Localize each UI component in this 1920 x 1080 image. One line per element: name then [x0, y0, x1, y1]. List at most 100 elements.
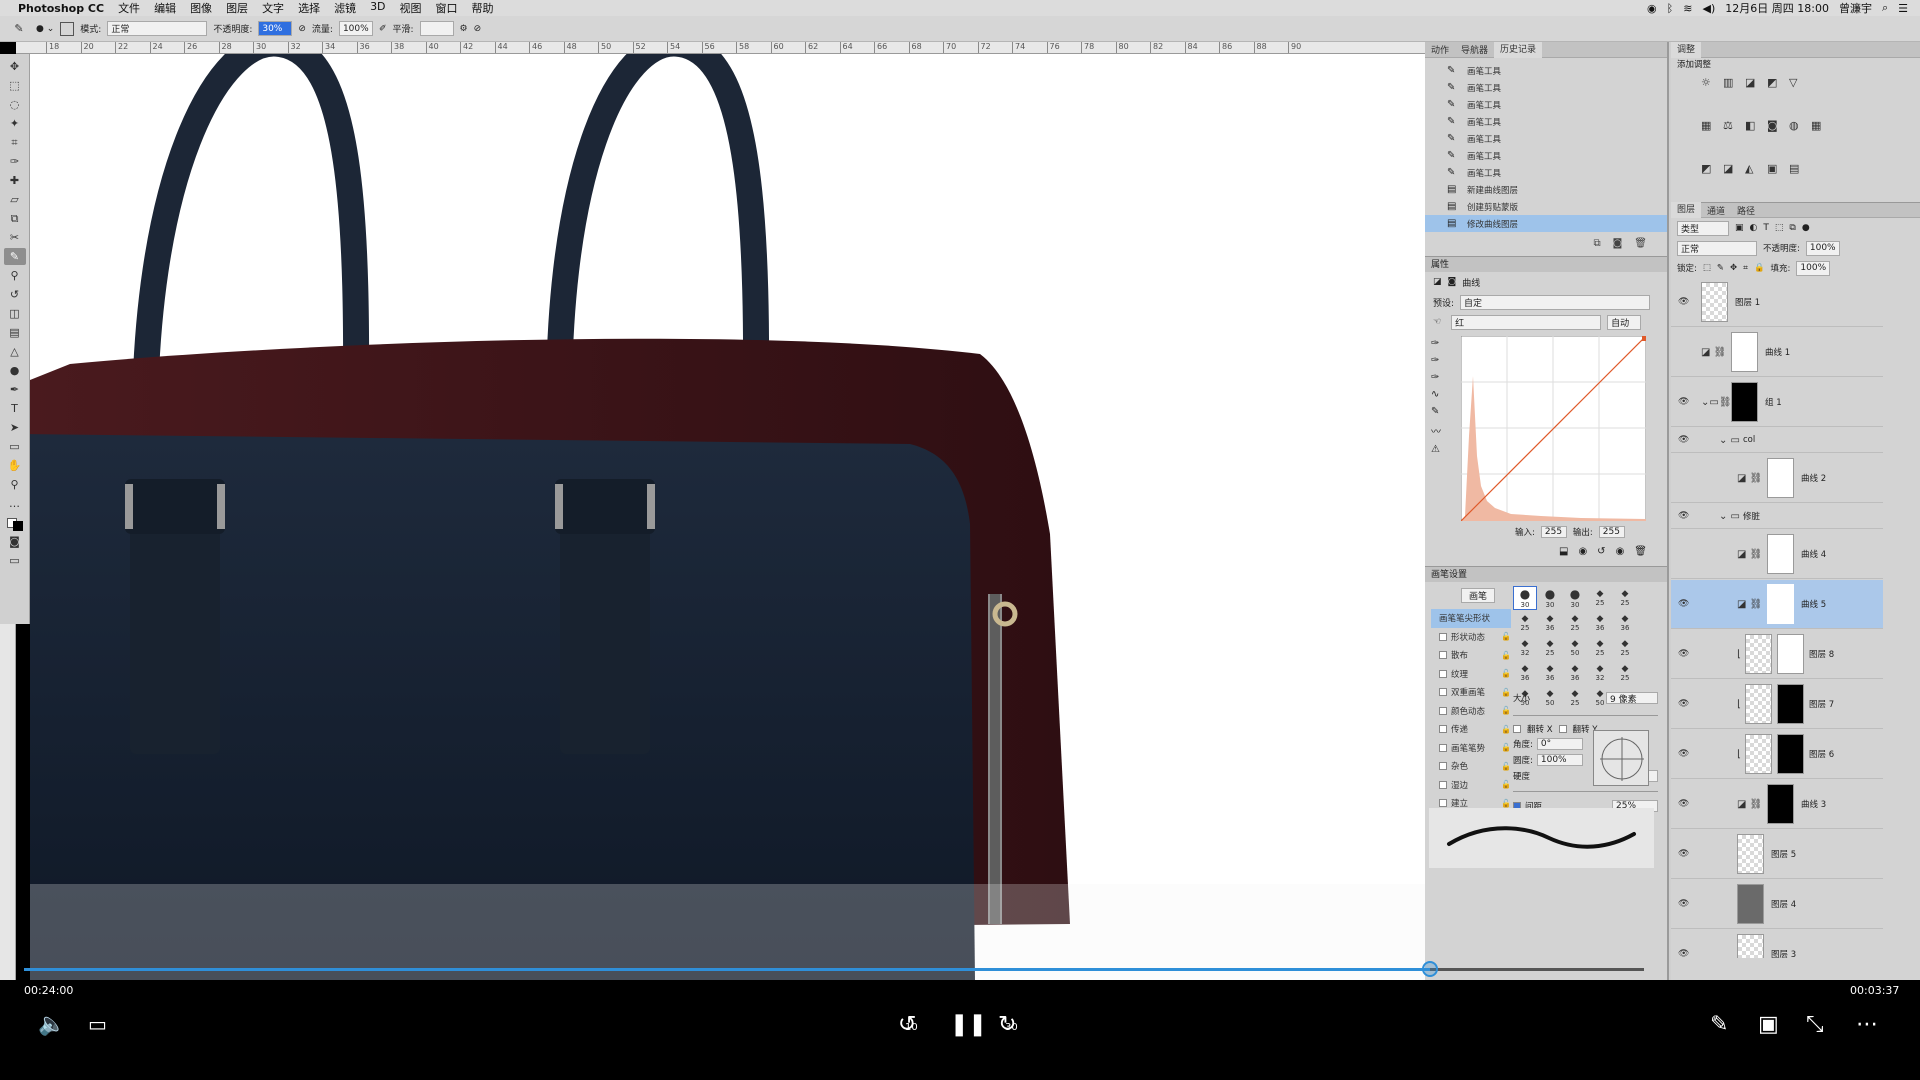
volume-icon[interactable]: ◀) [1702, 2, 1715, 15]
brush-tip[interactable]: ● 30 [1538, 586, 1562, 610]
history-item[interactable]: ▤ 创建剪贴蒙版 [1425, 198, 1667, 215]
eye-icon[interactable]: 👁 [1678, 397, 1689, 407]
wifi-icon[interactable]: ≋ [1683, 2, 1692, 15]
puppet-icon[interactable]: ✂ [4, 229, 26, 246]
volume-button[interactable]: 🔈 [38, 1012, 65, 1037]
history-brush-icon[interactable]: ↺ [4, 286, 26, 303]
mask-thumbnail[interactable] [1777, 634, 1804, 674]
brush-option[interactable]: 散布 🔓 [1431, 646, 1511, 665]
mask-thumbnail[interactable] [1777, 684, 1804, 724]
brush-option[interactable]: 纹理 🔓 [1431, 665, 1511, 684]
lock-icon[interactable]: 🔓 [1501, 669, 1511, 678]
layer-thumbnail[interactable] [1767, 458, 1794, 498]
quick-mask-icon[interactable]: ◙ [4, 533, 26, 550]
brush-button[interactable]: 画笔 [1461, 588, 1495, 603]
history-item[interactable]: ▤ 新建曲线图层 [1425, 181, 1667, 198]
filter-smart-icon[interactable]: ⧉ [1789, 223, 1795, 233]
layer-thumbnail[interactable] [1767, 784, 1794, 824]
layer-row[interactable]: ◪ ⛓ 曲线 1 [1671, 328, 1883, 377]
snapshot-icon[interactable]: ◙ [1613, 238, 1623, 256]
layer-row[interactable]: ◪ ⛓ 曲线 4 [1671, 530, 1883, 579]
layer-row[interactable]: 👁 图层 5 [1671, 830, 1883, 879]
lock-position-icon[interactable]: ✥ [1730, 263, 1737, 273]
menu-item-8[interactable]: 视图 [393, 0, 429, 16]
mode-select[interactable]: 正常 [107, 21, 208, 36]
color-swatch-icon[interactable] [4, 514, 26, 531]
angle-field[interactable]: 0° [1536, 738, 1583, 750]
crop-tool-icon[interactable]: ⌗ [4, 134, 26, 151]
white-point-eyedropper-icon[interactable]: ✑ [1431, 372, 1441, 383]
menu-item-4[interactable]: 文字 [255, 0, 291, 16]
layer-row[interactable]: 👁 ⌄ ▭ col [1671, 428, 1883, 453]
layer-thumbnail[interactable] [1731, 332, 1758, 372]
menu-item-10[interactable]: 帮助 [465, 0, 501, 16]
pause-button[interactable]: ❚❚ [950, 1012, 987, 1037]
airbrush-icon[interactable]: ✐ [379, 24, 387, 34]
layer-thumbnail[interactable] [1737, 884, 1764, 924]
filter-pixel-icon[interactable]: ▣ [1735, 223, 1744, 233]
warning-icon[interactable]: ⚠ [1431, 444, 1441, 455]
brush-tip[interactable]: ◆ 25 [1563, 611, 1587, 635]
preset-select[interactable]: 自定 [1460, 294, 1651, 310]
app-name[interactable]: Photoshop CC [14, 2, 111, 15]
bluetooth-icon[interactable]: ᛒ [1667, 2, 1674, 15]
curve-point-icon[interactable]: ∿ [1431, 389, 1441, 400]
filter-type-icon[interactable]: T [1763, 223, 1769, 233]
brush-tip[interactable]: ◆ 25 [1613, 586, 1637, 610]
brush-tip[interactable]: ◆ 25 [1513, 611, 1537, 635]
kind-filter[interactable]: 类型 [1677, 220, 1729, 236]
menu-list-icon[interactable]: ☰ [1898, 2, 1908, 15]
layer-opacity-field[interactable]: 100% [1805, 240, 1840, 256]
roundness-field[interactable]: 100% [1536, 754, 1583, 766]
size-slider[interactable] [1513, 706, 1658, 716]
brush-option[interactable]: 颜色动态 🔓 [1431, 702, 1511, 721]
tab-actions[interactable]: 动作 [1425, 43, 1455, 56]
lock-icon[interactable]: 🔓 [1501, 743, 1511, 752]
layer-thumbnail[interactable] [1767, 584, 1794, 624]
opacity-field[interactable]: 30% [258, 21, 293, 36]
exposure-icon[interactable]: ◩ [1767, 76, 1785, 116]
eye-icon[interactable]: 👁 [1678, 899, 1689, 909]
lock-icon[interactable]: 🔓 [1501, 688, 1511, 697]
layer-row[interactable]: 👁 图层 4 [1671, 880, 1883, 929]
brush-option-checkbox[interactable] [1439, 762, 1447, 771]
gradient-map-icon[interactable]: ▤ [1789, 162, 1807, 202]
blur-icon[interactable]: △ [4, 343, 26, 360]
visibility-icon[interactable]: ◉ [1616, 546, 1625, 566]
eye-icon[interactable]: 👁 [1678, 849, 1689, 859]
lock-icon[interactable]: 🔓 [1501, 651, 1511, 660]
menu-item-1[interactable]: 编辑 [147, 0, 183, 16]
progress-handle[interactable] [1422, 961, 1439, 977]
more-tools-icon[interactable]: … [4, 495, 26, 512]
selective-icon[interactable]: ▣ [1767, 162, 1785, 202]
target-adjust-icon[interactable]: ☜ [1433, 317, 1441, 327]
brush-tip[interactable]: ◆ 50 [1563, 636, 1587, 660]
filter-adjust-icon[interactable]: ◐ [1750, 223, 1758, 233]
history-item[interactable]: ✎ 画笔工具 [1425, 130, 1667, 147]
eye-icon[interactable]: 👁 [1678, 749, 1689, 759]
tab-adjustments[interactable]: 调整 [1671, 41, 1702, 58]
input-field[interactable]: 255 [1540, 526, 1567, 538]
gray-point-eyedropper-icon[interactable]: ✑ [1431, 355, 1441, 366]
menu-item-6[interactable]: 滤镜 [327, 0, 363, 16]
eye-icon[interactable]: 👁 [1678, 435, 1689, 445]
lock-all-icon[interactable]: 🔒 [1754, 263, 1765, 273]
lock-icon[interactable]: 🔓 [1501, 780, 1511, 789]
brush-option-checkbox[interactable] [1439, 706, 1447, 715]
brush-option[interactable]: 杂色 🔓 [1431, 757, 1511, 776]
brush-tip[interactable]: ◆ 25 [1588, 636, 1612, 660]
brush-panel-icon[interactable] [60, 21, 75, 36]
pencil-icon[interactable]: ✎ [1431, 406, 1441, 417]
eye-icon[interactable]: 👁 [1678, 297, 1689, 307]
layer-row[interactable]: 👁 ◪ ⛓ 曲线 5 [1671, 580, 1883, 629]
eye-icon[interactable]: 👁 [1678, 511, 1689, 521]
lookup-icon[interactable]: ▦ [1811, 119, 1829, 159]
lock-icon[interactable]: 🔓 [1501, 632, 1511, 641]
zoom-tool-icon[interactable]: ⚲ [4, 476, 26, 493]
content-aware-icon[interactable]: ⧉ [4, 210, 26, 227]
brush-tip[interactable]: ◆ 36 [1613, 611, 1637, 635]
delete-icon[interactable]: 🗑 [1634, 546, 1647, 566]
photo-filter-icon[interactable]: ◙ [1767, 119, 1785, 159]
search-icon[interactable]: ⌕ [1882, 1, 1888, 15]
folder-icon[interactable]: ⌄ ▭ [1719, 511, 1740, 522]
